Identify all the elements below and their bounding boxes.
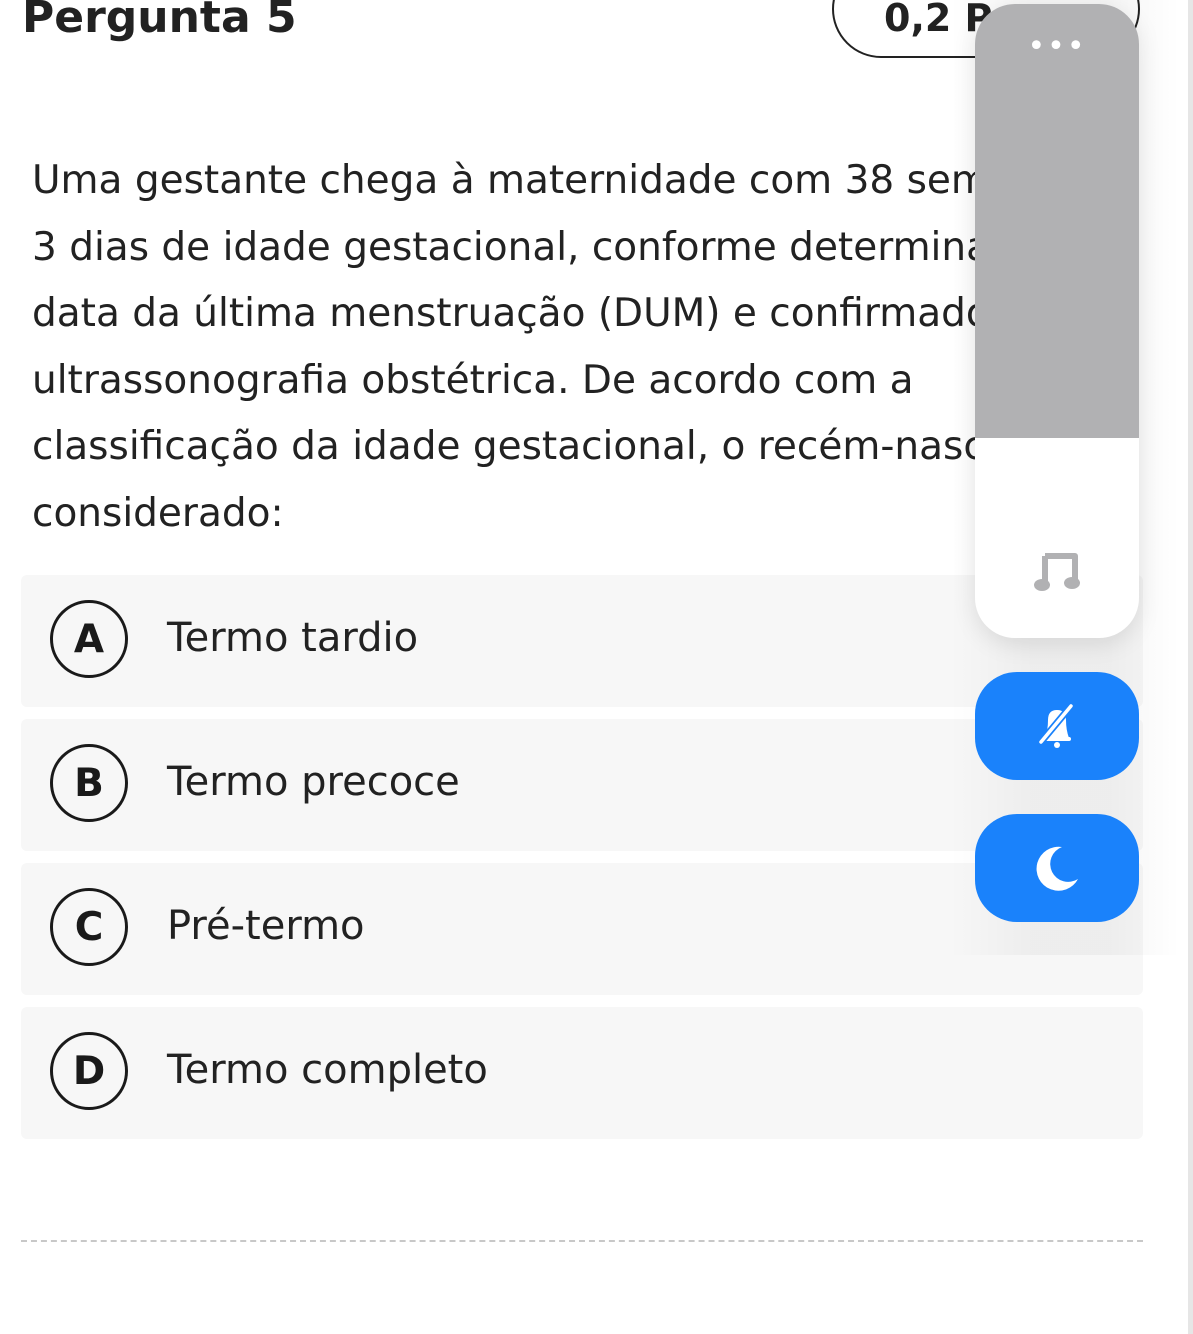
divider — [21, 1240, 1143, 1242]
option-letter-b: B — [50, 744, 128, 822]
media-control-card[interactable]: ••• — [975, 4, 1139, 638]
music-note-icon — [1034, 553, 1080, 591]
option-letter-a: A — [50, 600, 128, 678]
more-menu-icon[interactable]: ••• — [975, 32, 1139, 62]
volume-slider-fill[interactable]: ••• — [975, 4, 1139, 438]
option-text-d: Termo completo — [167, 1047, 488, 1093]
question-title: Pergunta 5 — [22, 0, 297, 43]
option-text-c: Pré-termo — [167, 903, 365, 949]
option-d[interactable]: D Termo completo — [21, 1007, 1143, 1139]
bell-off-icon — [1037, 702, 1075, 748]
option-letter-c: C — [50, 888, 128, 966]
moon-icon — [1036, 846, 1078, 891]
silent-mode-button[interactable] — [975, 672, 1139, 780]
scrollbar-track[interactable] — [1188, 0, 1193, 1334]
do-not-disturb-button[interactable] — [975, 814, 1139, 922]
option-text-a: Termo tardio — [167, 615, 419, 661]
option-text-b: Termo precoce — [167, 759, 460, 805]
option-letter-d: D — [50, 1032, 128, 1110]
